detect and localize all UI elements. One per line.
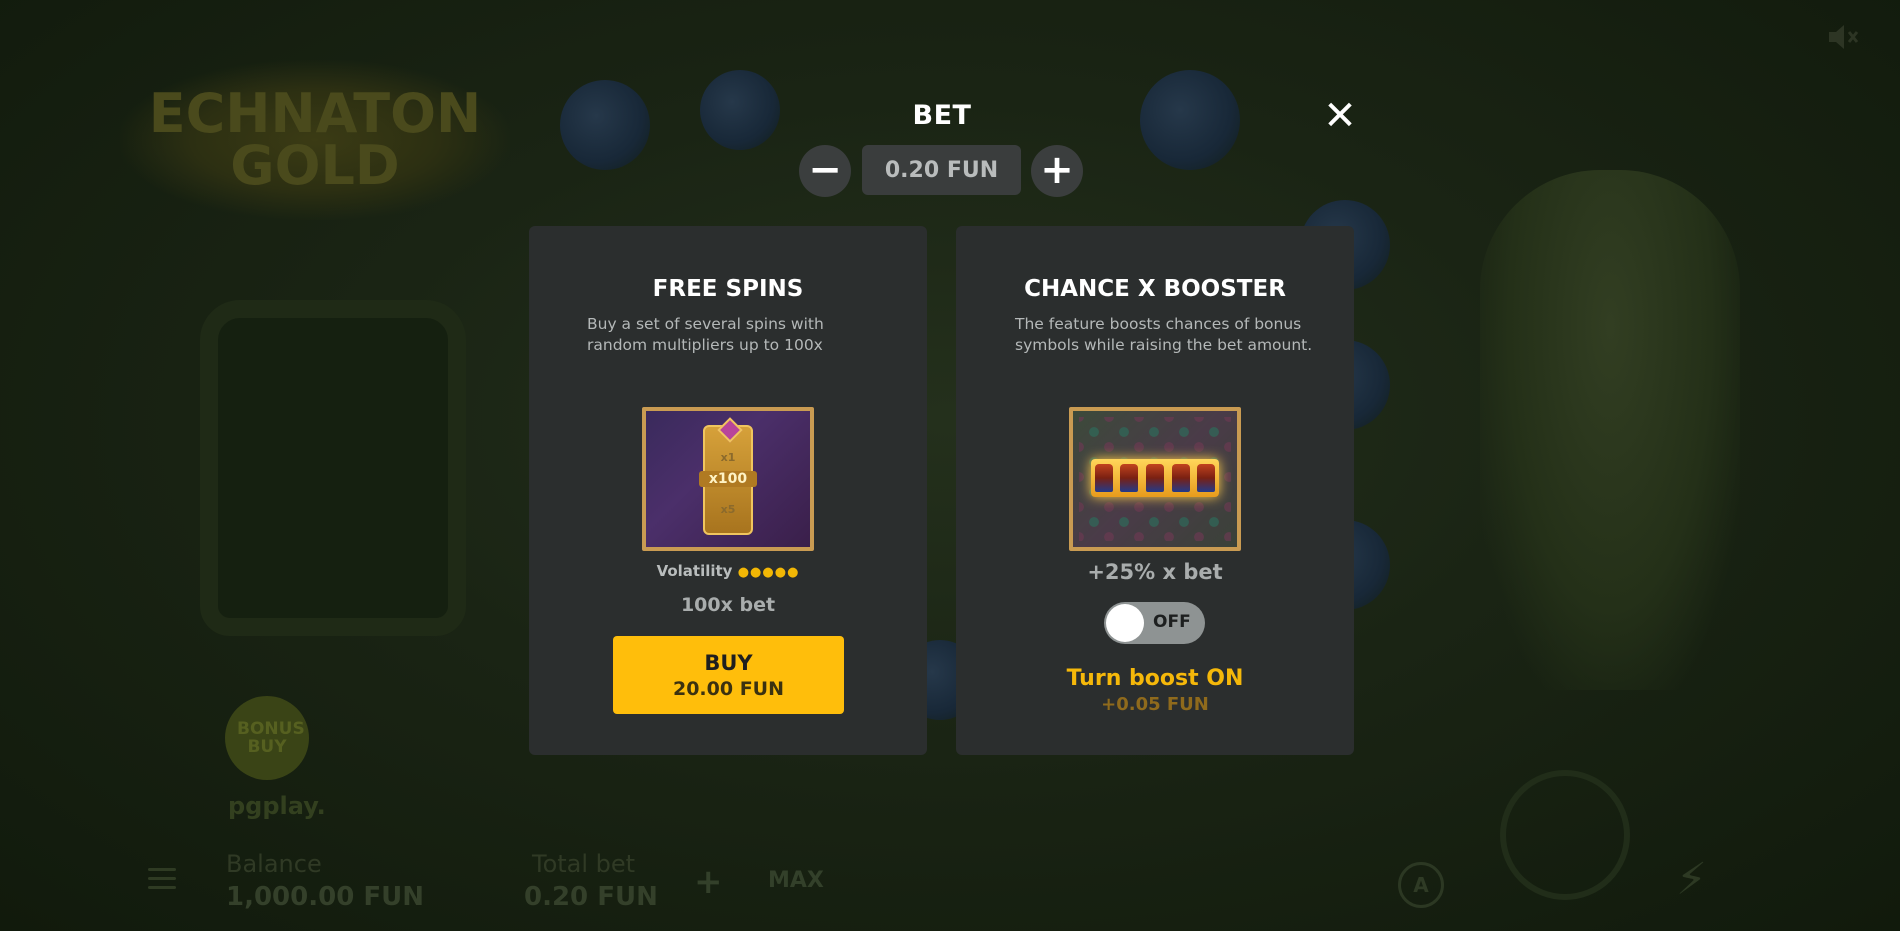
menu-icon[interactable] — [148, 868, 176, 890]
free-spins-description: Buy a set of several spins with random m… — [587, 315, 824, 354]
volatility-row: Volatility ●●●●● — [529, 562, 927, 580]
free-spins-bet-multiplier: 100x bet — [680, 594, 776, 616]
balance-value: 1,000.00 FUN — [226, 882, 424, 912]
autoplay-button[interactable]: A — [1398, 862, 1444, 908]
bonus-buy-label: BONUS BUY — [237, 719, 305, 757]
volatility-dots-icon: ●●●●● — [737, 565, 800, 580]
buy-label: BUY — [704, 650, 753, 675]
free-spins-image: x1 x100 x5 — [642, 407, 814, 551]
free-spins-panel: FREE SPINS Buy a set of several spins wi… — [529, 226, 927, 755]
volatility-label: Volatility — [656, 562, 733, 580]
max-bet-button[interactable]: MAX — [768, 868, 824, 893]
multiplier-below: x5 — [720, 503, 736, 516]
chance-booster-panel: CHANCE X BOOSTER The feature boosts chan… — [956, 226, 1354, 755]
balance-label: Balance — [226, 850, 322, 878]
toggle-state: OFF — [1153, 612, 1191, 632]
free-spins-title: FREE SPINS — [652, 276, 804, 302]
sound-muted-icon[interactable] — [1826, 22, 1860, 52]
multiplier-scroll-icon: x1 x100 x5 — [699, 417, 757, 535]
booster-title: CHANCE X BOOSTER — [1024, 276, 1286, 302]
increase-bet-button[interactable]: + — [1031, 145, 1083, 197]
total-bet-value: 0.20 FUN — [524, 882, 658, 912]
spin-button[interactable] — [1500, 770, 1630, 900]
booster-description: The feature boosts chances of bonus symb… — [1015, 315, 1313, 354]
pharaoh-figure — [1480, 170, 1740, 690]
close-icon[interactable]: ✕ — [1320, 96, 1360, 136]
turn-boost-price: +0.05 FUN — [1101, 694, 1209, 715]
total-bet-label: Total bet — [532, 850, 636, 878]
provider-logo: pgplay. — [228, 792, 326, 820]
pharaoh-symbols-icon — [1091, 459, 1219, 497]
game-background: ECHNATON GOLD BONUS BUY pgplay. Balance 1… — [0, 0, 1900, 931]
buy-free-spins-button[interactable]: BUY 20.00 FUN — [613, 636, 844, 714]
multiplier-above: x1 — [720, 451, 736, 464]
boost-toggle[interactable]: OFF — [1104, 602, 1205, 644]
boost-percent: +25% x bet — [1087, 560, 1223, 584]
modal-title: BET — [912, 100, 972, 131]
buy-price: 20.00 FUN — [672, 677, 785, 700]
booster-image — [1069, 407, 1241, 551]
background-frame — [200, 300, 466, 636]
toggle-knob — [1106, 604, 1144, 642]
multiplier-value: x100 — [699, 471, 757, 487]
turn-boost-on-link[interactable]: Turn boost ON — [956, 666, 1354, 691]
bonus-buy-button[interactable]: BONUS BUY — [225, 696, 309, 780]
increase-bet-button[interactable]: + — [694, 862, 723, 902]
bet-amount-display: 0.20 FUN — [862, 145, 1021, 195]
logo-word: GOLD — [230, 134, 400, 197]
decrease-bet-button[interactable]: − — [799, 145, 851, 197]
lightning-icon[interactable]: ⚡ — [1676, 854, 1707, 905]
game-logo: ECHNATON GOLD — [120, 60, 510, 220]
